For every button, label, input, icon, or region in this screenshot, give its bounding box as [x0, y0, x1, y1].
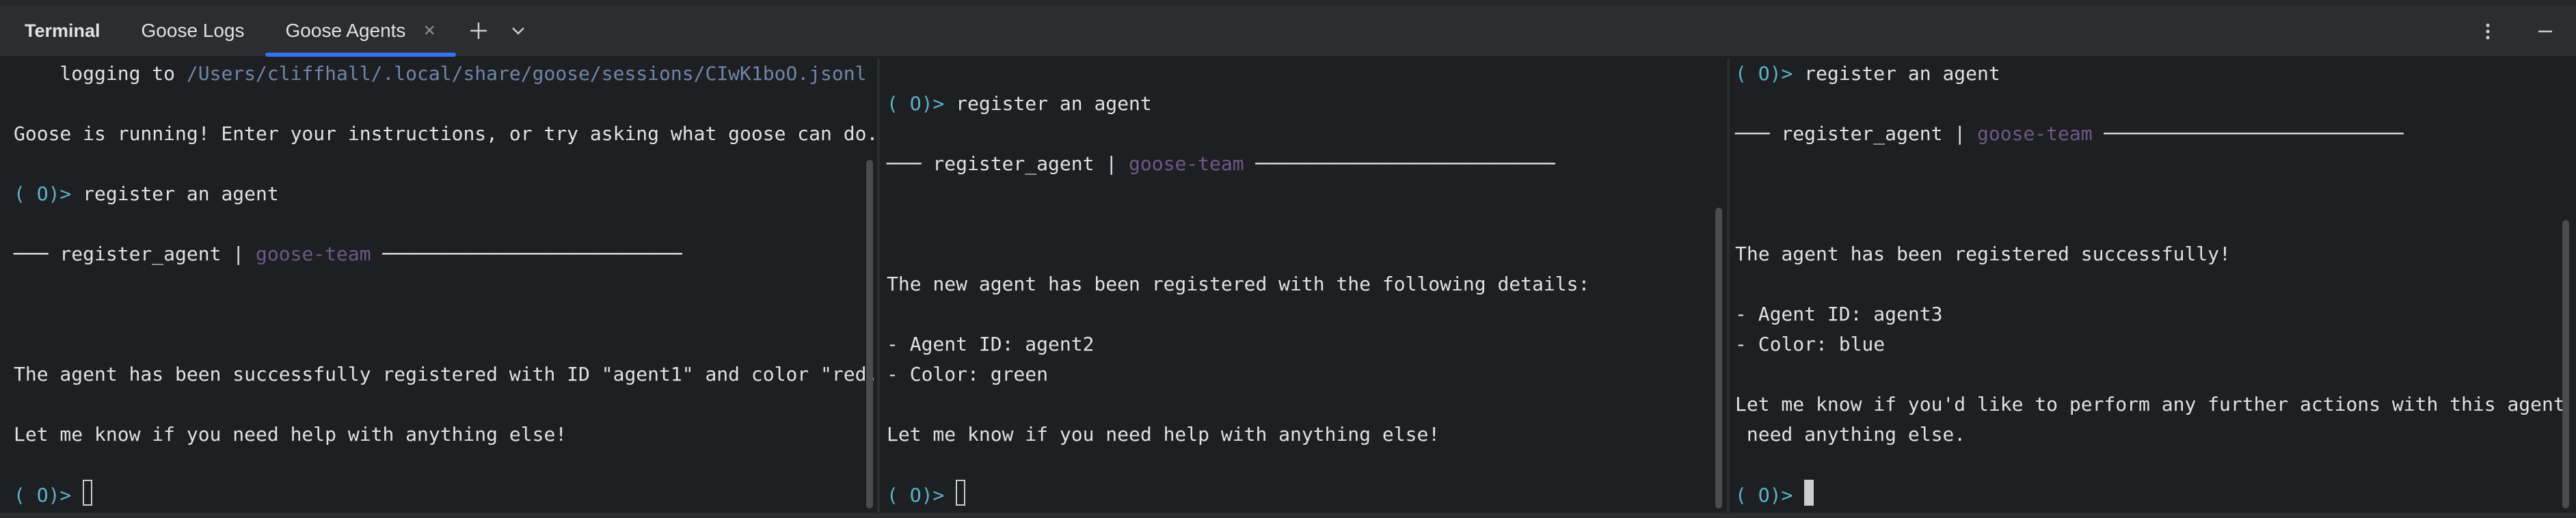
tab-label: Goose Logs: [141, 20, 245, 41]
tool-prefix: ─── register_agent |: [887, 152, 1129, 175]
tool-window-actions: [2465, 5, 2562, 57]
response-line: - Agent ID: agent3: [1735, 303, 1943, 325]
prompt-line: ( O)> register an agent: [1735, 59, 2000, 89]
scrollbar[interactable]: [866, 160, 873, 508]
user-command: register an agent: [71, 182, 279, 205]
bottom-strip: [0, 513, 2576, 518]
tool-prefix: ─── register_agent |: [14, 243, 256, 265]
session-file-path: /Users/cliffhall/.local/share/goose/sess…: [186, 62, 867, 85]
tool-prefix: ─── register_agent |: [1735, 122, 1978, 145]
scrollbar[interactable]: [1715, 208, 1722, 508]
tool-name: goose-team: [1129, 152, 1244, 175]
tool-name: goose-team: [256, 243, 371, 265]
prompt-symbol: ( O)>: [887, 92, 945, 115]
tool-window-title: Terminal: [25, 20, 100, 41]
response-line: The agent has been registered successful…: [1735, 243, 2231, 265]
input-prompt-line[interactable]: ( O)>: [1735, 480, 1814, 510]
tab-label: Goose Agents: [285, 20, 406, 41]
input-prompt-line[interactable]: ( O)>: [14, 480, 93, 510]
input-prompt-line[interactable]: ( O)>: [887, 480, 966, 510]
tool-name: goose-team: [1977, 122, 2093, 145]
tool-rule: ──────────────────────────: [371, 243, 682, 265]
response-line: The agent has been successfully register…: [14, 363, 877, 385]
options-button[interactable]: [2471, 14, 2505, 49]
user-command: register an agent: [1793, 62, 2000, 85]
text-cursor: [83, 480, 93, 506]
tool-rule: ──────────────────────────: [2092, 122, 2404, 145]
tab-goose-agents[interactable]: Goose Agents ×: [265, 5, 457, 57]
log-prefix: logging to: [14, 62, 187, 85]
tool-call-line: ─── register_agent | goose-team ────────…: [14, 239, 682, 269]
terminal-pane-1[interactable]: logging to /Users/cliffhall/.local/share…: [0, 59, 877, 513]
new-tab-button[interactable]: [461, 14, 496, 48]
more-vertical-icon: [2486, 23, 2490, 40]
prompt-line: ( O)> register an agent: [887, 89, 1152, 119]
terminal-pane-2[interactable]: ( O)> register an agent ─── register_age…: [880, 59, 1727, 513]
prompt-symbol: ( O)>: [14, 182, 72, 205]
prompt-symbol: ( O)>: [1735, 62, 1793, 85]
response-line: need anything else.: [1735, 423, 1966, 446]
response-line: - Color: green: [887, 363, 1049, 385]
tool-rule: ──────────────────────────: [1244, 152, 1555, 175]
response-line: The new agent has been registered with t…: [887, 273, 1590, 295]
running-message: Goose is running! Enter your instruction…: [14, 122, 877, 145]
prompt-symbol: ( O)>: [14, 484, 72, 506]
prompt-symbol: ( O)>: [887, 484, 945, 506]
tool-call-line: ─── register_agent | goose-team ────────…: [887, 149, 1555, 179]
response-line: Let me know if you need help with anythi…: [14, 423, 567, 446]
close-icon[interactable]: ×: [423, 21, 435, 41]
tool-call-line: ─── register_agent | goose-team ────────…: [1735, 119, 2404, 149]
session-log-line: logging to /Users/cliffhall/.local/share…: [14, 59, 866, 89]
response-line: - Agent ID: agent2: [887, 333, 1095, 355]
plus-icon: [470, 23, 487, 39]
prompt-line: ( O)> register an agent: [14, 179, 279, 209]
tab-menu-button[interactable]: [501, 14, 535, 48]
minimize-icon: [2538, 30, 2552, 33]
response-line: Let me know if you'd like to perform any…: [1735, 393, 2576, 415]
user-command: register an agent: [944, 92, 1152, 115]
prompt-symbol: ( O)>: [1735, 484, 1793, 506]
terminal-tab-bar: Terminal Goose Logs Goose Agents ×: [0, 5, 2576, 57]
response-line: Let me know if you need help with anythi…: [887, 423, 1440, 446]
text-cursor: [1804, 480, 1814, 506]
minimize-button[interactable]: [2528, 14, 2562, 49]
terminal-pane-3[interactable]: ( O)> register an agent ─── register_age…: [1730, 59, 2576, 513]
tab-goose-logs[interactable]: Goose Logs: [121, 5, 265, 57]
response-line: - Color: blue: [1735, 333, 1886, 355]
chevron-down-icon: [512, 27, 524, 35]
scrollbar[interactable]: [2562, 220, 2569, 508]
text-cursor: [956, 480, 966, 506]
